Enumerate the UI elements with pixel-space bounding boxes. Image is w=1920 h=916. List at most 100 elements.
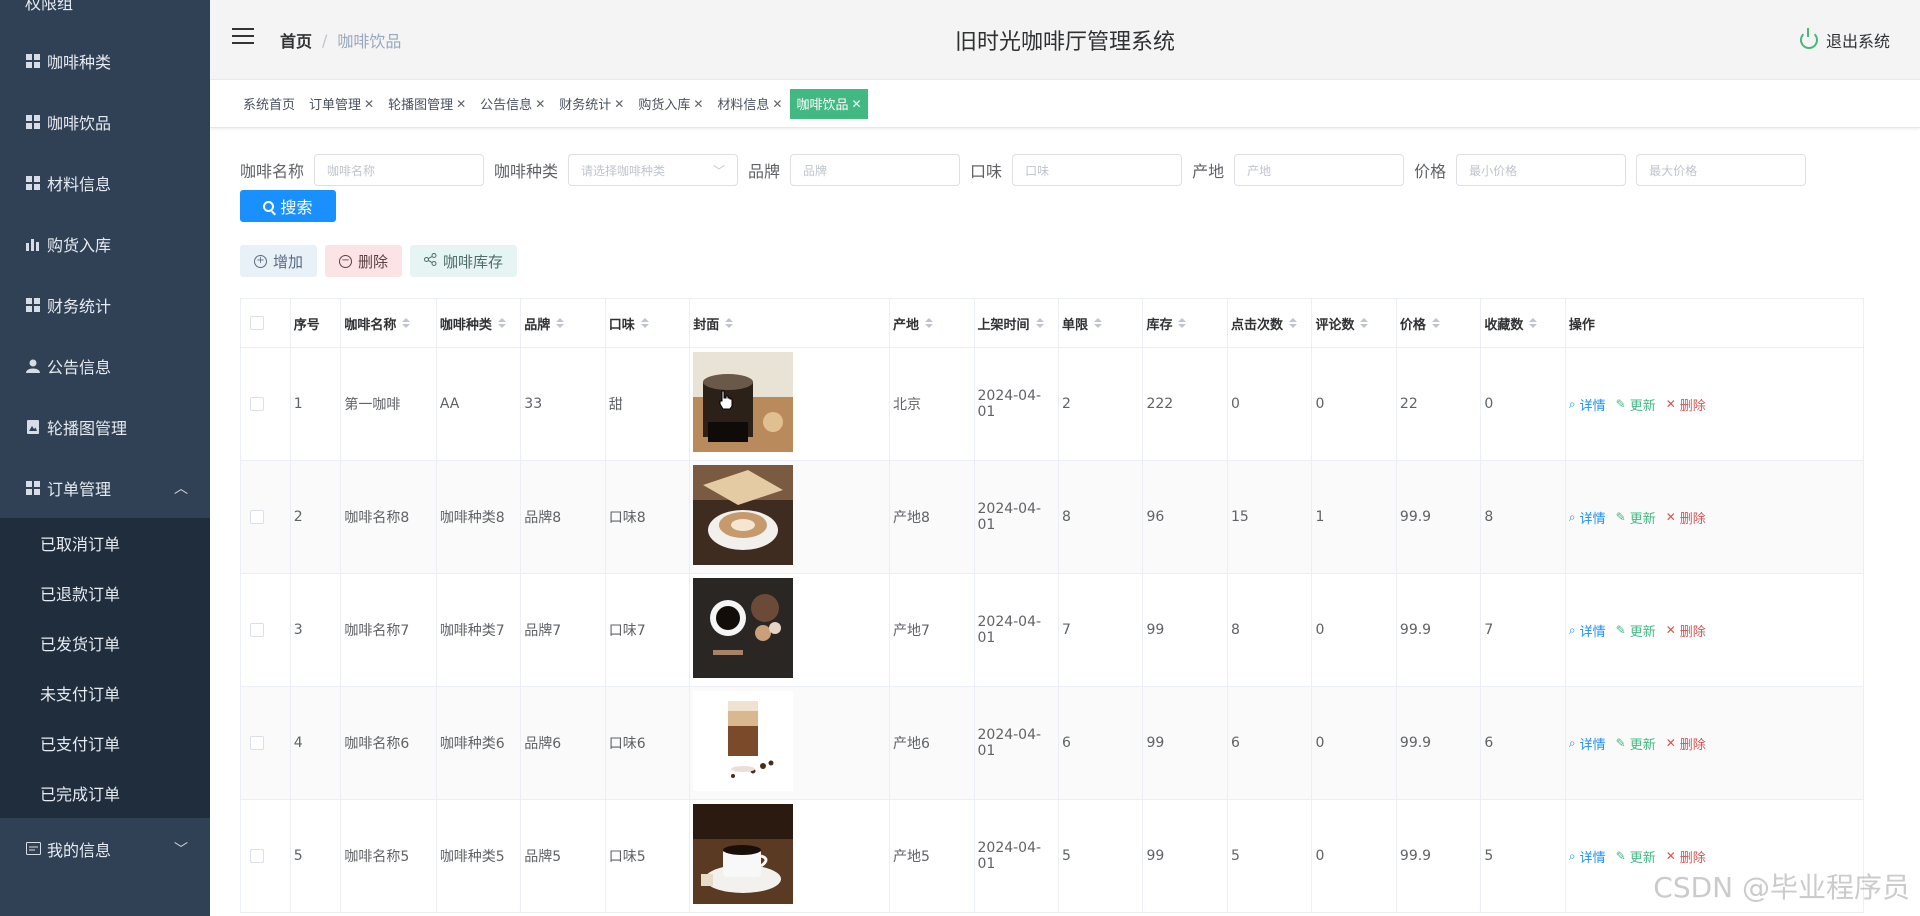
- submenu-item-refunded[interactable]: 已退款订单: [0, 568, 210, 618]
- delete-row-button[interactable]: ✕ 删除: [1666, 395, 1706, 414]
- detail-button[interactable]: ⌕ 详情: [1569, 508, 1606, 527]
- sidebar-item-materials[interactable]: 材料信息: [0, 152, 210, 213]
- min-price-input[interactable]: 最小价格: [1456, 154, 1627, 186]
- sort-icon[interactable]: [556, 318, 565, 328]
- sidebar-item-my-info[interactable]: 我的信息 ﹀: [0, 818, 210, 879]
- tag-home[interactable]: 系统首页: [237, 89, 301, 119]
- sort-icon[interactable]: [1529, 318, 1538, 328]
- header-cell[interactable]: 口味: [606, 299, 691, 347]
- row-checkbox[interactable]: [250, 849, 264, 863]
- update-button[interactable]: ✎ 更新: [1616, 734, 1656, 753]
- header-cell[interactable]: 咖啡种类: [437, 299, 522, 347]
- header-cell[interactable]: 收藏数: [1481, 299, 1566, 347]
- delete-row-button[interactable]: ✕ 删除: [1666, 621, 1706, 640]
- close-icon[interactable]: ✕: [456, 97, 466, 111]
- origin-input[interactable]: 产地: [1234, 154, 1405, 186]
- sort-icon[interactable]: [497, 318, 506, 328]
- sort-icon[interactable]: [1094, 318, 1102, 328]
- cell-text: 品牌8: [524, 510, 562, 526]
- coffee-name-input[interactable]: 咖啡名称: [314, 154, 485, 186]
- sort-icon[interactable]: [1035, 318, 1044, 328]
- submenu-item-cancelled[interactable]: 已取消订单: [0, 518, 210, 568]
- close-icon[interactable]: ✕: [772, 97, 782, 111]
- header-cell[interactable]: 产地: [890, 299, 975, 347]
- detail-button[interactable]: ⌕ 详情: [1569, 395, 1606, 414]
- logout-button[interactable]: 退出系统: [1799, 28, 1890, 52]
- coffee-stock-button[interactable]: 咖啡库存: [410, 245, 518, 277]
- tag-materials[interactable]: 材料信息 ✕: [711, 89, 788, 119]
- tag-finance[interactable]: 财务统计 ✕: [553, 89, 630, 119]
- submenu-item-completed[interactable]: 已完成订单: [0, 768, 210, 818]
- sort-icon[interactable]: [1431, 318, 1440, 328]
- header-cell[interactable]: 封面: [690, 299, 891, 347]
- close-icon: ✕: [1665, 397, 1676, 411]
- coffee-type-select[interactable]: 请选择咖啡种类 ﹀: [568, 154, 739, 186]
- delete-row-button[interactable]: ✕ 删除: [1666, 734, 1706, 753]
- cell-text: 1: [293, 396, 303, 412]
- sidebar-item-carousel[interactable]: 轮播图管理: [0, 396, 210, 457]
- sidebar-item-finance[interactable]: 财务统计: [0, 274, 210, 335]
- header-cell[interactable]: 库存: [1143, 299, 1228, 347]
- sidebar-item-partial[interactable]: 权限组: [0, 0, 210, 30]
- header-cell[interactable]: 单限: [1059, 299, 1144, 347]
- delete-button[interactable]: − 删除: [325, 245, 403, 277]
- tag-notice[interactable]: 公告信息 ✕: [474, 89, 551, 119]
- sort-icon[interactable]: [1360, 318, 1369, 328]
- sidebar-item-purchase[interactable]: 购货入库: [0, 213, 210, 274]
- row-checkbox[interactable]: [250, 623, 264, 637]
- close-icon[interactable]: ✕: [693, 97, 703, 111]
- delete-row-button[interactable]: ✕ 删除: [1666, 847, 1706, 866]
- max-price-input[interactable]: 最大价格: [1636, 154, 1807, 186]
- close-icon[interactable]: ✕: [535, 97, 545, 111]
- search-button[interactable]: 搜索: [240, 190, 336, 222]
- sidebar-item-coffee-type[interactable]: 咖啡种类: [0, 30, 210, 91]
- header-cell[interactable]: 评论数: [1312, 299, 1397, 347]
- submenu-item-paid[interactable]: 已支付订单: [0, 718, 210, 768]
- cell-coffee-type: 咖啡种类5: [437, 800, 522, 912]
- header-label: 收藏数: [1484, 317, 1524, 333]
- sort-icon[interactable]: [640, 318, 649, 328]
- sidebar-item-orders[interactable]: 订单管理 ︿: [0, 457, 210, 518]
- tag-purchase[interactable]: 购货入库 ✕: [632, 89, 709, 119]
- detail-button[interactable]: ⌕ 详情: [1569, 621, 1606, 640]
- header-cell[interactable]: 点击次数: [1228, 299, 1313, 347]
- detail-button[interactable]: ⌕ 详情: [1569, 847, 1606, 866]
- sidebar-item-coffee-drink[interactable]: 咖啡饮品: [0, 91, 210, 152]
- row-checkbox[interactable]: [250, 510, 264, 524]
- submenu-label: 已完成订单: [40, 785, 121, 804]
- header-cell[interactable]: 上架时间: [975, 299, 1059, 347]
- select-all-checkbox[interactable]: [250, 316, 264, 330]
- cell-text: 99.9: [1399, 509, 1432, 525]
- header-cell[interactable]: 价格: [1397, 299, 1482, 347]
- tag-carousel[interactable]: 轮播图管理 ✕: [382, 89, 472, 119]
- update-button[interactable]: ✎ 更新: [1616, 621, 1656, 640]
- close-icon[interactable]: ✕: [364, 97, 374, 111]
- add-button[interactable]: + 增加: [240, 245, 318, 277]
- table-body: 1 第一咖啡 AA 33 甜北京 2024-04-01 2 222 0 0 22 0 ⌕ 详情 ✎ 更新 ✕ 删除…: [241, 348, 1864, 913]
- submenu-item-unpaid[interactable]: 未支付订单: [0, 668, 210, 718]
- delete-row-button[interactable]: ✕ 删除: [1666, 508, 1706, 527]
- close-icon[interactable]: ✕: [852, 97, 862, 111]
- tag-orders[interactable]: 订单管理 ✕: [303, 89, 380, 119]
- brand-input[interactable]: 品牌: [790, 154, 961, 186]
- sidebar-item-notice[interactable]: 公告信息: [0, 335, 210, 396]
- close-icon[interactable]: ✕: [614, 97, 624, 111]
- detail-button[interactable]: ⌕ 详情: [1569, 734, 1606, 753]
- sort-icon[interactable]: [725, 318, 734, 328]
- sort-icon[interactable]: [1178, 318, 1187, 328]
- sort-icon[interactable]: [925, 318, 934, 328]
- update-button[interactable]: ✎ 更新: [1616, 508, 1656, 527]
- header-cell[interactable]: 品牌: [521, 299, 606, 347]
- cell-taste: 口味7: [606, 574, 691, 686]
- row-checkbox[interactable]: [250, 397, 264, 411]
- update-button[interactable]: ✎ 更新: [1616, 395, 1656, 414]
- sort-icon[interactable]: [402, 318, 411, 328]
- tag-label: 轮播图管理: [388, 98, 454, 113]
- header-cell[interactable]: 咖啡名称: [341, 299, 437, 347]
- taste-input[interactable]: 口味: [1012, 154, 1183, 186]
- update-button[interactable]: ✎ 更新: [1616, 847, 1656, 866]
- sort-icon[interactable]: [1288, 318, 1297, 328]
- submenu-item-shipped[interactable]: 已发货订单: [0, 618, 210, 668]
- row-checkbox[interactable]: [250, 736, 264, 750]
- tag-coffee-drink[interactable]: 咖啡饮品 ✕: [790, 88, 868, 119]
